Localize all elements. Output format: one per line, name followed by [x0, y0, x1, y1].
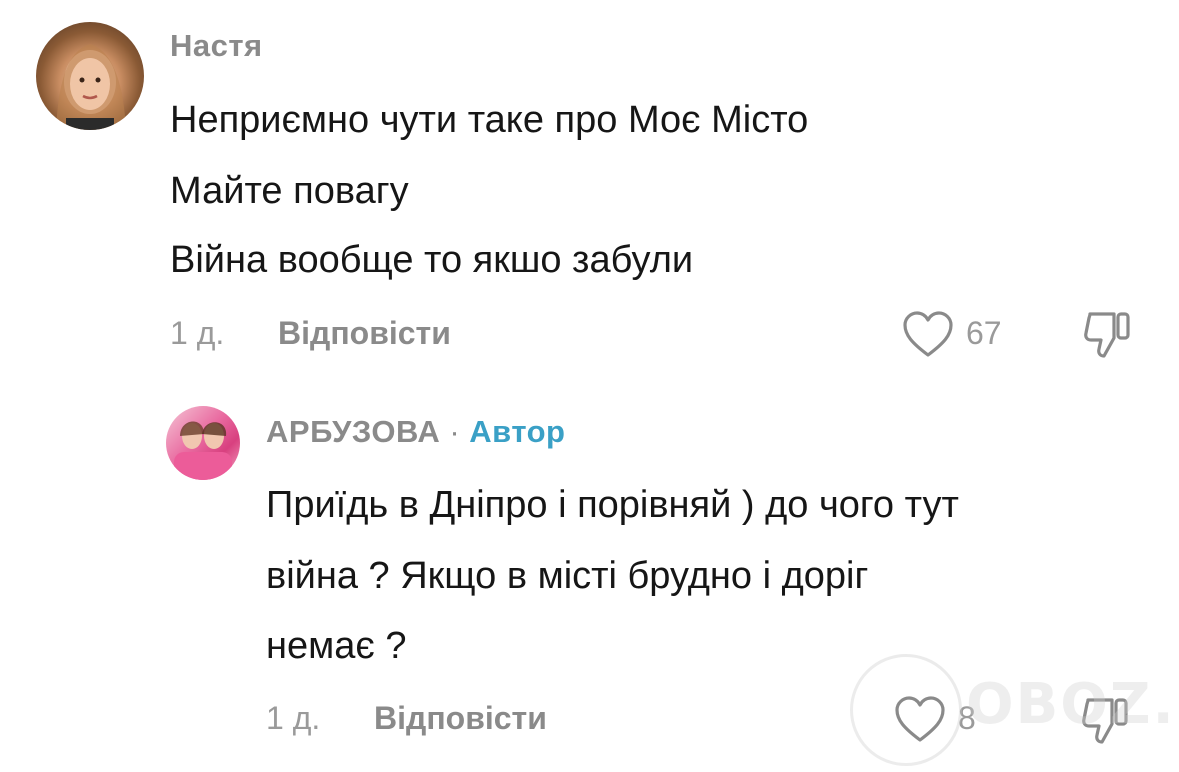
- comment-timestamp: 1 д.: [266, 700, 321, 736]
- comment-text-line: війна ? Якщо в місті брудно і доріг: [266, 555, 869, 597]
- comment-text-line: Приїдь в Дніпро і порівняй ) до чого тут: [266, 484, 959, 526]
- reply-button[interactable]: Відповісти: [374, 700, 547, 737]
- like-count: 8: [958, 700, 976, 736]
- dislike-button[interactable]: [1080, 694, 1132, 746]
- dislike-button[interactable]: [1082, 308, 1134, 360]
- reply-button[interactable]: Відповісти: [278, 315, 451, 352]
- comment-text-line: Неприємно чути таке про Моє Місто: [170, 99, 809, 141]
- heart-outline-icon: [903, 311, 953, 357]
- reply-username[interactable]: АРБУЗОВА: [266, 414, 440, 449]
- avatar[interactable]: [36, 22, 144, 130]
- comment-username[interactable]: Настя: [170, 28, 263, 64]
- comment-text-line: Майте повагу: [170, 170, 409, 212]
- name-separator: ·: [449, 414, 461, 449]
- thumbs-down-outline-icon: [1084, 312, 1130, 358]
- comment-timestamp: 1 д.: [170, 315, 225, 351]
- avatar-portrait-image: [56, 44, 126, 130]
- avatar[interactable]: [166, 406, 240, 480]
- watermark-text: OBOZ.UA: [966, 672, 1179, 737]
- comment-text-line: Війна вообще то якшо забули: [170, 239, 694, 281]
- like-button[interactable]: [894, 696, 946, 744]
- author-badge: Автор: [469, 414, 566, 449]
- like-count: 67: [966, 315, 1002, 351]
- thumbs-down-outline-icon: [1082, 698, 1128, 744]
- heart-outline-icon: [895, 696, 945, 742]
- like-button[interactable]: [902, 311, 954, 359]
- comment-text-line: немає ?: [266, 625, 407, 667]
- avatar-portrait-image: [174, 421, 232, 480]
- comment-username: АРБУЗОВА · Автор: [266, 414, 565, 450]
